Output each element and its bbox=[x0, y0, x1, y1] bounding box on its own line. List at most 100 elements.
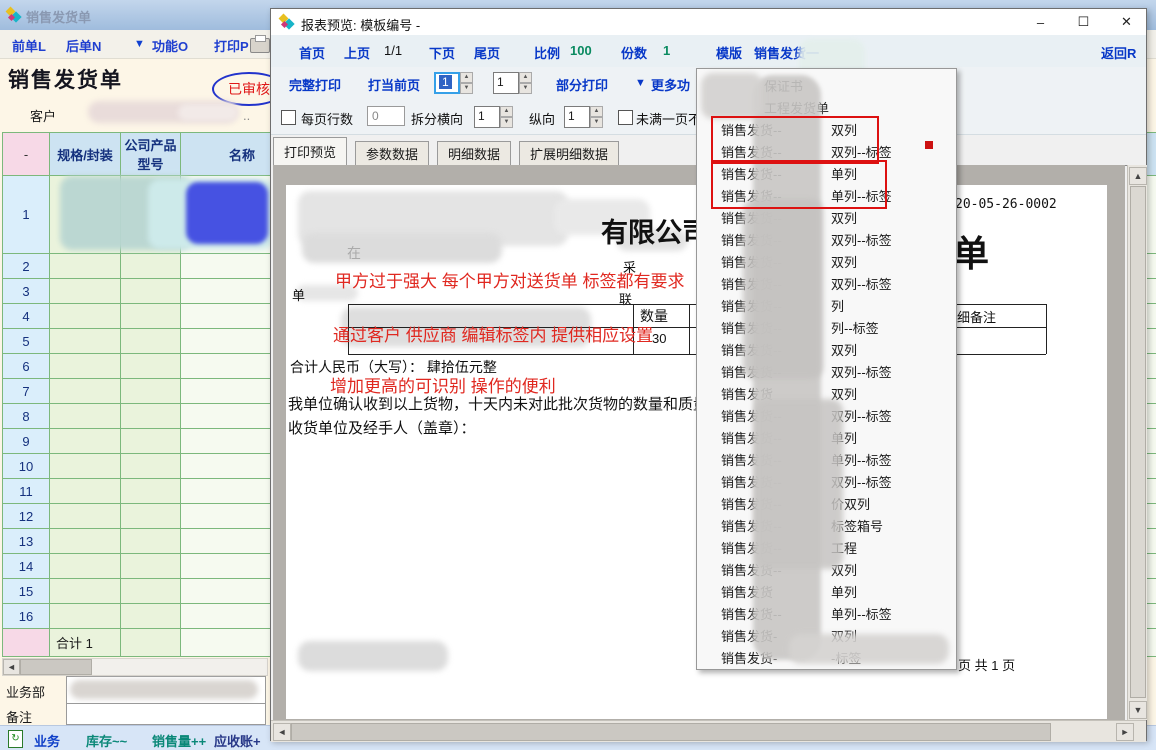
row-cell[interactable] bbox=[121, 354, 181, 379]
stepper-arrows[interactable]: ▲▼ bbox=[500, 106, 513, 128]
dropdown-arrow-icon[interactable]: ▼ bbox=[134, 38, 145, 50]
template-menu-item[interactable]: 销售发货--双列--标签 bbox=[697, 271, 956, 293]
row-cell[interactable] bbox=[50, 504, 121, 529]
scroll-down-icon[interactable]: ▼ bbox=[1129, 701, 1147, 719]
template-menu-item[interactable]: 销售发货--双列 bbox=[697, 249, 956, 271]
scale-value[interactable]: 100 bbox=[570, 43, 592, 58]
functions-button[interactable]: 功能O bbox=[152, 36, 188, 55]
maximize-icon[interactable]: ☐ bbox=[1062, 9, 1105, 35]
stepper-arrows[interactable]: ▲▼ bbox=[519, 72, 532, 94]
row-cell[interactable] bbox=[121, 479, 181, 504]
split-horizontal-value: 1 bbox=[474, 106, 500, 128]
close-icon[interactable]: ✕ bbox=[1105, 9, 1148, 35]
preview-vertical-scrollbar[interactable]: ▲ ▼ bbox=[1127, 165, 1147, 720]
first-page-button[interactable]: 首页 bbox=[299, 43, 325, 62]
row-cell[interactable] bbox=[50, 479, 121, 504]
row-cell[interactable] bbox=[50, 454, 121, 479]
note-field[interactable] bbox=[66, 703, 266, 725]
row-cell[interactable] bbox=[50, 554, 121, 579]
scroll-left-icon[interactable]: ◄ bbox=[273, 723, 291, 741]
statusbar-stock[interactable]: 库存~~ bbox=[86, 731, 127, 750]
row1-selected-cell[interactable] bbox=[186, 182, 268, 244]
header-spec[interactable]: 规格/封装 bbox=[50, 133, 121, 176]
template-menu-item[interactable]: 销售发货--单列--标签 bbox=[697, 601, 956, 623]
next-page-button[interactable]: 下页 bbox=[429, 43, 455, 62]
tab-parameter-data[interactable]: 参数数据 bbox=[355, 141, 429, 165]
partial-print-button[interactable]: 部分打印 bbox=[556, 75, 608, 94]
stepper-arrows[interactable]: ▲▼ bbox=[460, 72, 473, 94]
rows-per-page-input[interactable]: 0 bbox=[367, 106, 405, 126]
row-cell[interactable] bbox=[50, 429, 121, 454]
row-cell[interactable] bbox=[121, 254, 181, 279]
statusbar-receivable[interactable]: 应收账+ bbox=[214, 731, 261, 750]
row-cell[interactable] bbox=[50, 329, 121, 354]
header-num[interactable]: - bbox=[3, 133, 50, 176]
full-print-button[interactable]: 完整打印 bbox=[289, 75, 341, 94]
row-cell[interactable] bbox=[121, 429, 181, 454]
row-cell[interactable] bbox=[50, 604, 121, 629]
print-button[interactable]: 打印P bbox=[214, 36, 249, 55]
stepper-arrows[interactable]: ▲▼ bbox=[590, 106, 603, 128]
tab-detail-data[interactable]: 明细数据 bbox=[437, 141, 511, 165]
scroll-thumb[interactable] bbox=[20, 659, 92, 675]
to-page-stepper[interactable]: 1 ▲▼ bbox=[493, 72, 532, 94]
scroll-left-icon[interactable]: ◄ bbox=[3, 659, 20, 675]
template-menu-item[interactable]: 销售发货--列--标签 bbox=[697, 315, 956, 337]
template-menu-item[interactable]: 销售发货--双列--标签 bbox=[697, 359, 956, 381]
row-cell[interactable] bbox=[121, 579, 181, 604]
from-page-stepper[interactable]: 1 ▲▼ bbox=[434, 72, 473, 94]
row-cell[interactable] bbox=[121, 329, 181, 354]
minimize-icon[interactable]: – bbox=[1019, 9, 1062, 35]
row-cell[interactable] bbox=[121, 604, 181, 629]
row-cell[interactable] bbox=[121, 379, 181, 404]
row-cell[interactable] bbox=[50, 579, 121, 604]
row-cell[interactable] bbox=[50, 354, 121, 379]
rows-per-page-checkbox[interactable] bbox=[281, 110, 296, 125]
row-cell[interactable] bbox=[121, 504, 181, 529]
copies-value[interactable]: 1 bbox=[663, 43, 670, 58]
tab-extended-detail-data[interactable]: 扩展明细数据 bbox=[519, 141, 619, 165]
row-cell[interactable] bbox=[50, 404, 121, 429]
scroll-thumb[interactable] bbox=[291, 723, 1051, 741]
printer-icon[interactable] bbox=[250, 38, 270, 53]
scroll-right-icon[interactable]: ► bbox=[1116, 723, 1134, 741]
preview-horizontal-scrollbar[interactable]: ◄ ► bbox=[271, 720, 1146, 742]
scroll-up-icon[interactable]: ▲ bbox=[1129, 167, 1147, 185]
header-model[interactable]: 公司产品型号 bbox=[121, 133, 181, 176]
split-horizontal-stepper[interactable]: 1 ▲▼ bbox=[474, 106, 513, 128]
scroll-thumb[interactable] bbox=[1130, 186, 1146, 698]
row-cell[interactable] bbox=[121, 554, 181, 579]
row-cell[interactable] bbox=[50, 254, 121, 279]
vertical-stepper[interactable]: 1 ▲▼ bbox=[564, 106, 603, 128]
dialog-titlebar[interactable]: 报表预览: 模板编号 - – ☐ ✕ bbox=[271, 9, 1146, 35]
template-menu-item[interactable]: 销售发货单列 bbox=[697, 579, 956, 601]
row-cell[interactable] bbox=[50, 529, 121, 554]
row-cell[interactable] bbox=[121, 279, 181, 304]
main-horizontal-scrollbar[interactable]: ◄ bbox=[2, 658, 268, 676]
partial-page-checkbox[interactable] bbox=[618, 110, 633, 125]
last-page-button[interactable]: 尾页 bbox=[474, 43, 500, 62]
statusbar-biz[interactable]: 业务 bbox=[34, 731, 60, 750]
refresh-doc-icon[interactable]: ↻ bbox=[8, 730, 23, 748]
template-label[interactable]: 模版 bbox=[716, 43, 742, 62]
tab-print-preview[interactable]: 打印预览 bbox=[273, 137, 347, 165]
more-functions-button[interactable]: 更多功 bbox=[651, 75, 690, 94]
row-cell[interactable] bbox=[50, 304, 121, 329]
row-cell[interactable] bbox=[121, 404, 181, 429]
row-cell[interactable] bbox=[50, 279, 121, 304]
print-current-button[interactable]: 打当前页 bbox=[368, 75, 420, 94]
more-arrow-icon[interactable]: ▼ bbox=[635, 77, 646, 89]
prev-doc-button[interactable]: 前单L bbox=[12, 36, 46, 55]
statusbar-sales[interactable]: 销售量++ bbox=[152, 731, 206, 750]
row-cell[interactable] bbox=[121, 529, 181, 554]
next-doc-button[interactable]: 后单N bbox=[66, 36, 101, 55]
template-menu-item[interactable]: 销售发货--双列 bbox=[697, 337, 956, 359]
row-cell[interactable] bbox=[121, 304, 181, 329]
template-menu-item[interactable]: 销售发货--双列--标签 bbox=[697, 227, 956, 249]
menu-item-suffix: 双列--标签 bbox=[831, 362, 892, 381]
row-cell[interactable] bbox=[121, 454, 181, 479]
template-menu-item[interactable]: 销售发货--列 bbox=[697, 293, 956, 315]
row-cell[interactable] bbox=[50, 379, 121, 404]
back-button[interactable]: 返回R bbox=[1101, 43, 1136, 62]
prev-page-button[interactable]: 上页 bbox=[344, 43, 370, 62]
